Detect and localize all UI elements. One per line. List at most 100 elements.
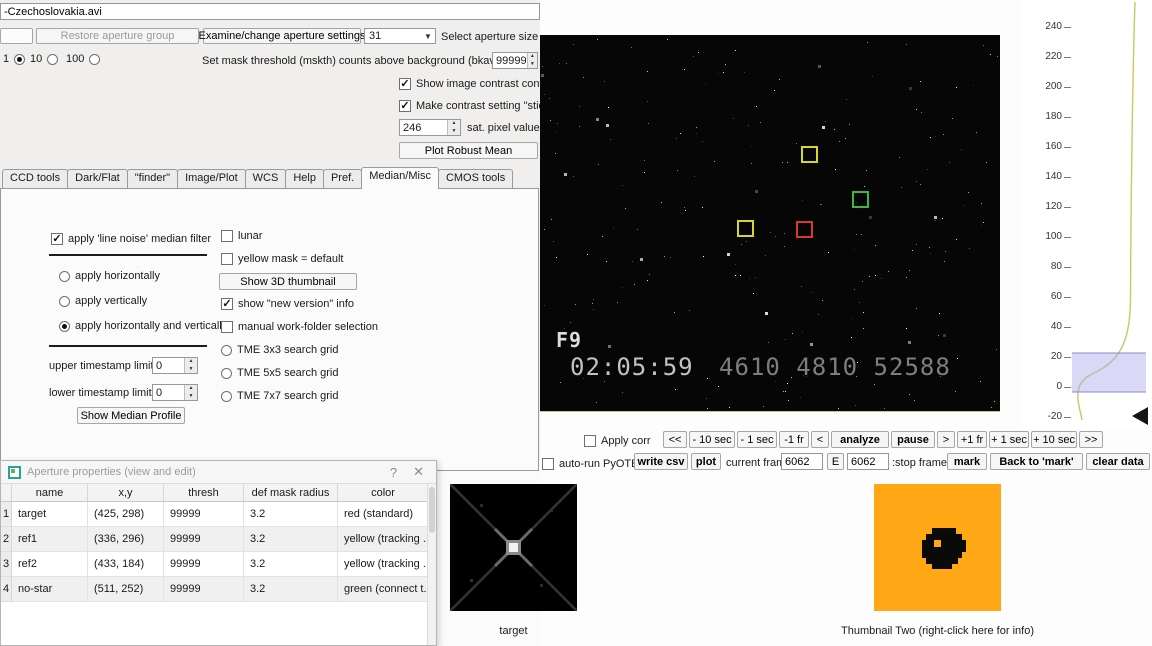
e-button[interactable]: E (827, 453, 844, 470)
mask-threshold-spinner[interactable]: 99999 ▲ ▼ (492, 52, 538, 69)
fast-forward-button[interactable]: >> (1079, 431, 1103, 448)
spinner-arrows[interactable]: ▲ ▼ (184, 358, 197, 373)
spin-down-icon[interactable]: ▼ (448, 127, 460, 135)
restore-aperture-group-button[interactable]: Restore aperture group (36, 28, 199, 44)
cell-xy[interactable]: (433, 184) (88, 552, 164, 577)
cell-color[interactable]: yellow (tracking ... (338, 527, 429, 552)
table-scrollbar[interactable] (427, 484, 436, 645)
pause-button[interactable]: pause (891, 431, 935, 448)
tme-3x3-radio[interactable]: TME 3x3 search grid (221, 343, 338, 357)
histogram-level-handle[interactable] (1132, 407, 1148, 425)
cell-name[interactable]: no-star (12, 577, 88, 602)
column-header-radius[interactable]: def mask radius (244, 484, 338, 502)
plus-10-sec-button[interactable]: + 10 sec (1031, 431, 1077, 448)
lower-timestamp-spinner[interactable]: 0 ▲ ▼ (152, 384, 198, 401)
spin-up-icon[interactable]: ▲ (527, 53, 537, 61)
cell-thresh[interactable]: 99999 (164, 527, 244, 552)
histogram-region[interactable] (1072, 353, 1146, 392)
thumbnail-target[interactable] (449, 483, 578, 612)
cell-radius[interactable]: 3.2 (244, 577, 338, 602)
main-image[interactable]: F9 02:05:59 4610 4810 52588 (540, 35, 1000, 412)
spin-up-icon[interactable]: ▲ (185, 385, 197, 393)
tab-dark-flat[interactable]: Dark/Flat (67, 169, 128, 188)
apply-corr-checkbox[interactable]: Apply corr (584, 434, 651, 448)
spin-down-icon[interactable]: ▼ (185, 365, 197, 373)
group-radio-10[interactable]: 10 (30, 52, 59, 66)
histogram-panel[interactable]: 240 220 200 180 160 140 120 100 80 60 40 20 0 -20 (1022, 0, 1152, 430)
show-3d-thumbnail-button[interactable]: Show 3D thumbnail (219, 273, 357, 290)
tme-5x5-radio[interactable]: TME 5x5 search grid (221, 366, 338, 380)
cell-radius[interactable]: 3.2 (244, 502, 338, 527)
small-blank-button[interactable] (0, 28, 33, 44)
apply-vertical-radio[interactable]: apply vertically (59, 294, 147, 308)
cell-radius[interactable]: 3.2 (244, 552, 338, 577)
plot-button[interactable]: plot (691, 453, 721, 470)
spin-up-icon[interactable]: ▲ (448, 120, 460, 128)
stop-frame-input[interactable] (847, 453, 889, 470)
minus-10-sec-button[interactable]: - 10 sec (689, 431, 735, 448)
apply-both-radio[interactable]: apply horizontally and vertically (59, 319, 227, 333)
column-header-xy[interactable]: x,y (88, 484, 164, 502)
show-median-profile-button[interactable]: Show Median Profile (77, 407, 185, 424)
thumbnail-two[interactable] (874, 484, 1001, 611)
cell-xy[interactable]: (336, 296) (88, 527, 164, 552)
minus-1-sec-button[interactable]: - 1 sec (737, 431, 777, 448)
column-header-color[interactable]: color (338, 484, 429, 502)
tab-ccd-tools[interactable]: CCD tools (2, 169, 69, 188)
tab-pref[interactable]: Pref. (322, 169, 363, 188)
spin-down-icon[interactable]: ▼ (527, 60, 537, 68)
spinner-arrows[interactable]: ▲ ▼ (526, 53, 537, 68)
tab-cmos-tools[interactable]: CMOS tools (437, 169, 514, 188)
tab-image-plot[interactable]: Image/Plot (177, 169, 246, 188)
help-button[interactable]: ? (385, 465, 402, 480)
aperture-marker[interactable] (796, 221, 813, 238)
close-icon[interactable]: ✕ (408, 464, 429, 480)
sticky-contrast-checkbox[interactable]: Make contrast setting "sticky" (399, 99, 559, 113)
tme-7x7-radio[interactable]: TME 7x7 search grid (221, 389, 338, 403)
back-to-mark-button[interactable]: Back to 'mark' (990, 453, 1083, 470)
cell-color[interactable]: yellow (tracking ... (338, 552, 429, 577)
group-radio-100[interactable]: 100 (66, 52, 101, 66)
clear-data-button[interactable]: clear data (1086, 453, 1150, 470)
cell-color[interactable]: red (standard) (338, 502, 429, 527)
step-forward-button[interactable]: > (937, 431, 955, 448)
aperture-marker[interactable] (737, 220, 754, 237)
cell-color[interactable]: green (connect t... (338, 577, 429, 602)
spinner-arrows[interactable]: ▲ ▼ (184, 385, 197, 400)
show-contrast-checkbox[interactable]: Show image contrast control (399, 77, 555, 91)
write-csv-button[interactable]: write csv (634, 453, 688, 470)
aperture-marker[interactable] (801, 146, 818, 163)
tab-wcs[interactable]: WCS (244, 169, 287, 188)
yellow-mask-checkbox[interactable]: yellow mask = default (221, 252, 343, 266)
mark-button[interactable]: mark (947, 453, 987, 470)
current-frame-input[interactable] (781, 453, 823, 470)
sat-pixel-spinner[interactable]: 246 ▲ ▼ (399, 119, 461, 136)
upper-timestamp-spinner[interactable]: 0 ▲ ▼ (152, 357, 198, 374)
cell-thresh[interactable]: 99999 (164, 502, 244, 527)
cell-xy[interactable]: (511, 252) (88, 577, 164, 602)
manual-folder-checkbox[interactable]: manual work-folder selection (221, 320, 378, 334)
cell-thresh[interactable]: 99999 (164, 577, 244, 602)
tab-median-misc[interactable]: Median/Misc (361, 167, 439, 189)
column-header-thresh[interactable]: thresh (164, 484, 244, 502)
tab-help[interactable]: Help (285, 169, 324, 188)
new-version-checkbox[interactable]: show "new version" info (221, 297, 354, 311)
minus-1-frame-button[interactable]: -1 fr (779, 431, 809, 448)
plot-robust-mean-button[interactable]: Plot Robust Mean (399, 142, 538, 159)
spinner-arrows[interactable]: ▲ ▼ (447, 120, 460, 135)
aperture-marker[interactable] (852, 191, 869, 208)
tab-finder[interactable]: "finder" (126, 169, 179, 188)
cell-thresh[interactable]: 99999 (164, 552, 244, 577)
cell-name[interactable]: ref2 (12, 552, 88, 577)
auto-run-pyote-checkbox[interactable]: auto-run PyOTE (542, 457, 638, 471)
group-radio-1[interactable]: 1 (3, 52, 26, 66)
spin-up-icon[interactable]: ▲ (185, 358, 197, 366)
line-noise-checkbox[interactable]: apply 'line noise' median filter (51, 232, 211, 246)
step-back-button[interactable]: < (811, 431, 829, 448)
cell-xy[interactable]: (425, 298) (88, 502, 164, 527)
cell-name[interactable]: ref1 (12, 527, 88, 552)
apply-horizontal-radio[interactable]: apply horizontally (59, 269, 160, 283)
plus-1-frame-button[interactable]: +1 fr (957, 431, 987, 448)
filename-input[interactable] (0, 3, 540, 20)
cell-name[interactable]: target (12, 502, 88, 527)
